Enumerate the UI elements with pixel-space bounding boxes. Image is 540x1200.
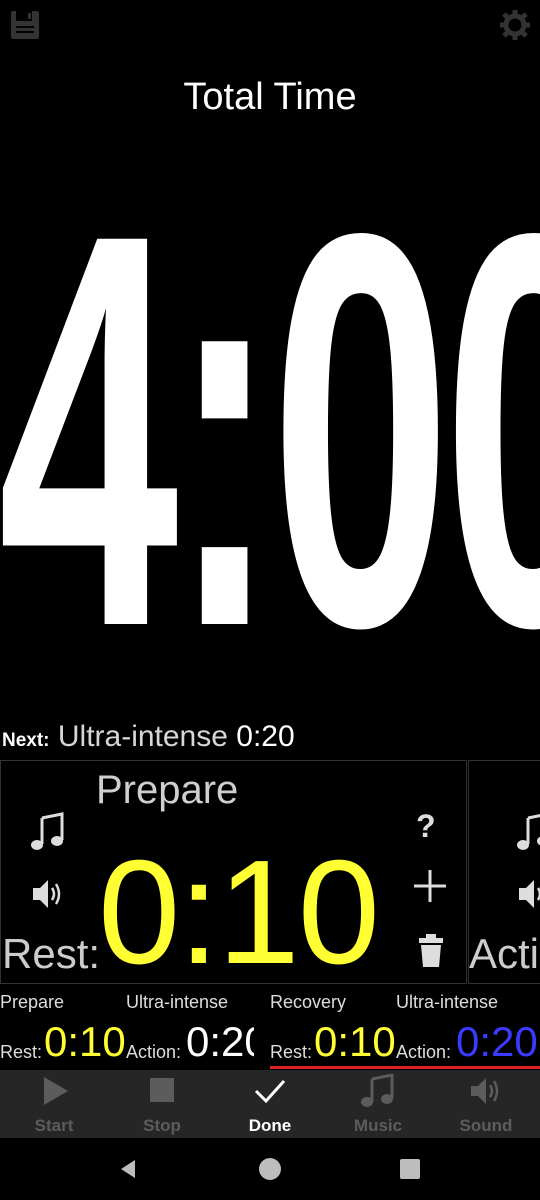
segment-name: Prepare bbox=[0, 992, 65, 1012]
total-time-value: 4:00 bbox=[0, 160, 540, 700]
segment-name: Ultra-intense bbox=[126, 992, 229, 1012]
segment-time: 0:20 bbox=[186, 1018, 254, 1065]
speaker-icon[interactable] bbox=[516, 874, 540, 914]
music-note-icon[interactable] bbox=[516, 812, 540, 852]
back-icon[interactable] bbox=[117, 1158, 139, 1180]
card-title[interactable]: Prepare bbox=[96, 768, 238, 813]
segment-time: 0:10 bbox=[44, 1018, 126, 1065]
system-nav-bar bbox=[0, 1138, 540, 1200]
next-card-type-label: Acti bbox=[469, 930, 540, 977]
speaker-icon[interactable] bbox=[30, 874, 66, 914]
page-title: Total Time bbox=[183, 76, 357, 118]
speaker-icon bbox=[468, 1074, 504, 1108]
gear-icon[interactable] bbox=[498, 8, 532, 42]
card-time[interactable]: 0:10 bbox=[98, 838, 380, 988]
trash-icon[interactable] bbox=[416, 932, 446, 970]
segment-name: Recovery bbox=[270, 992, 347, 1012]
start-button[interactable]: Start bbox=[0, 1070, 108, 1138]
segment-label: Action: bbox=[126, 1042, 182, 1062]
selected-segment-indicator bbox=[270, 1066, 540, 1069]
music-note-icon[interactable] bbox=[30, 812, 66, 852]
segment-label: Rest: bbox=[0, 1042, 43, 1062]
next-time: 0:20 bbox=[236, 720, 295, 753]
segment-time: 0:10 bbox=[314, 1018, 396, 1065]
segment-item[interactable]: Recovery Rest: 0:10 bbox=[270, 988, 398, 1070]
play-icon bbox=[36, 1074, 72, 1108]
done-label: Done bbox=[248, 1116, 292, 1135]
music-label: Music bbox=[353, 1116, 403, 1135]
segment-time: 0:20 bbox=[456, 1018, 538, 1065]
segment-item[interactable]: Prepare Rest: 0:10 bbox=[0, 988, 128, 1070]
segment-item[interactable]: Ultra-intense Action: 0:20 bbox=[396, 988, 540, 1070]
next-interval: Next: Ultra-intense 0:20 bbox=[2, 720, 295, 754]
stop-icon bbox=[144, 1074, 180, 1108]
sound-button[interactable]: Sound bbox=[432, 1070, 540, 1138]
home-icon[interactable] bbox=[258, 1157, 282, 1181]
next-name: Ultra-intense bbox=[57, 720, 228, 753]
plus-icon[interactable] bbox=[412, 866, 448, 906]
music-note-icon bbox=[360, 1073, 396, 1108]
start-label: Start bbox=[34, 1116, 74, 1135]
recents-icon[interactable] bbox=[399, 1158, 421, 1180]
save-icon[interactable] bbox=[8, 8, 42, 42]
done-button[interactable]: Done bbox=[216, 1070, 324, 1138]
checkmark-icon bbox=[252, 1074, 288, 1108]
sound-label: Sound bbox=[459, 1116, 513, 1135]
card-type-label: Rest: bbox=[2, 930, 101, 977]
music-button[interactable]: Music bbox=[324, 1070, 432, 1138]
segment-item[interactable]: Ultra-intense Action: 0:20 bbox=[126, 988, 254, 1070]
total-time-display: 4:00 bbox=[0, 160, 540, 700]
segment-label: Rest: bbox=[270, 1042, 313, 1062]
stop-button[interactable]: Stop bbox=[108, 1070, 216, 1138]
help-button[interactable]: ? bbox=[416, 808, 436, 845]
segment-label: Action: bbox=[396, 1042, 452, 1062]
stop-label: Stop bbox=[143, 1116, 181, 1135]
segment-name: Ultra-intense bbox=[396, 992, 499, 1012]
next-label: Next: bbox=[2, 730, 50, 751]
